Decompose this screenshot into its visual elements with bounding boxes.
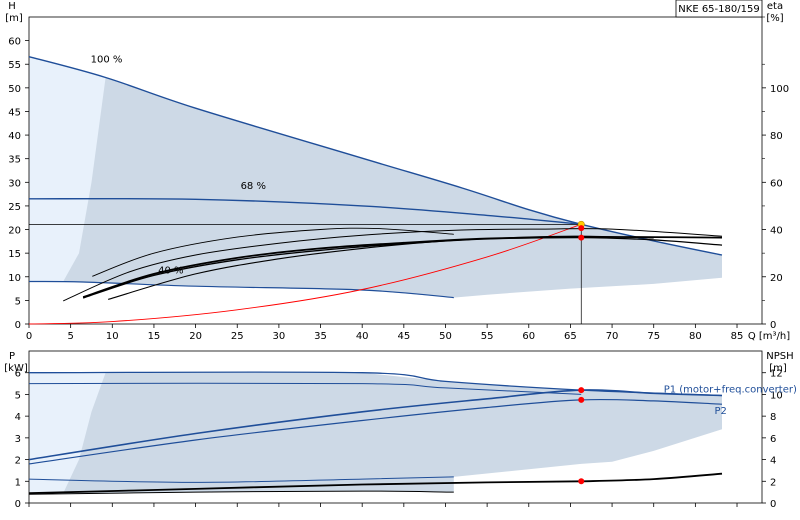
npsh-tick-label: 8 <box>770 412 776 423</box>
power-envelope <box>29 372 722 483</box>
npsh-duty-point <box>578 478 585 485</box>
p-axis-unit: [kW] <box>4 363 28 374</box>
y-right-tick-label: 40 <box>770 226 783 237</box>
x-tick-label: 70 <box>606 331 619 342</box>
npsh-tick-label: 4 <box>770 456 776 467</box>
x-tick-label: 35 <box>314 331 327 342</box>
y-tick-label: 40 <box>8 131 21 142</box>
y-right-tick-label: 100 <box>770 84 789 95</box>
x-tick-label: 5 <box>67 331 73 342</box>
speed-label-40: 40 % <box>158 265 183 276</box>
operating-envelope <box>29 56 722 298</box>
y-tick-label: 45 <box>8 107 21 118</box>
p-tick-label: 0 <box>15 499 21 510</box>
p2-duty-point <box>578 396 585 403</box>
p-tick-label: 1 <box>15 477 21 488</box>
p-tick-label: 2 <box>15 456 21 467</box>
y-tick-label: 10 <box>8 273 21 284</box>
p1-duty-point <box>578 387 585 394</box>
head-efficiency-panel: 0 5 10 15 20 25 30 35 40 45 50 55 60 65 70 75 80 85 Q [m³/… <box>5 1 790 342</box>
y-axis-unit: [m] <box>5 13 23 24</box>
power-npsh-panel: 0123456P[kW]024681012NPSH[m]P1 (motor+fr… <box>4 350 797 510</box>
y-right-tick-label: 0 <box>770 320 776 331</box>
x-tick-label: 60 <box>522 331 535 342</box>
y-tick-label: 60 <box>8 37 21 48</box>
x-tick-label: 55 <box>481 331 494 342</box>
y-right-tick-label: 60 <box>770 178 783 189</box>
x-tick-label: 20 <box>189 331 202 342</box>
x-tick-label: 40 <box>356 331 369 342</box>
x-tick-label: 65 <box>564 331 577 342</box>
y-tick-label: 35 <box>8 155 21 166</box>
y-tick-label: 20 <box>8 226 21 237</box>
x-tick-label: 30 <box>273 331 286 342</box>
p-tick-label: 4 <box>15 412 21 423</box>
x-tick-label: 0 <box>26 331 32 342</box>
y-right-tick-label: 80 <box>770 131 783 142</box>
title-box: NKE 65-180/159 <box>675 0 763 18</box>
y-right-axis-unit: [%] <box>766 13 783 24</box>
p-tick-label: 5 <box>15 390 21 401</box>
x-axis-label: Q [m³/h] <box>748 331 790 342</box>
y-right-axis-label: eta <box>767 1 783 12</box>
npsh-tick-label: 6 <box>770 434 776 445</box>
y-right-tick-label: 20 <box>770 273 783 284</box>
efficiency-point-marker <box>578 234 585 241</box>
duty-point-marker <box>578 225 585 232</box>
y-tick-label: 55 <box>8 60 21 71</box>
x-tick-label: 15 <box>148 331 161 342</box>
y-tick-label: 25 <box>8 202 21 213</box>
p2-series-label: P2 <box>715 406 727 417</box>
x-tick-label: 75 <box>647 331 660 342</box>
npsh-tick-label: 2 <box>770 477 776 488</box>
x-tick-label: 85 <box>731 331 744 342</box>
y-tick-label: 30 <box>8 178 21 189</box>
x-tick-label: 10 <box>106 331 119 342</box>
npsh-axis-unit: [m] <box>769 363 787 374</box>
y-tick-label: 50 <box>8 84 21 95</box>
pump-performance-chart: 0 5 10 15 20 25 30 35 40 45 50 55 60 65 70 75 80 85 Q [m³/… <box>4 0 797 510</box>
y-tick-label: 15 <box>8 249 21 260</box>
x-tick-label: 25 <box>231 331 244 342</box>
chart-title: NKE 65-180/159 <box>678 4 759 15</box>
x-tick-label: 80 <box>689 331 702 342</box>
npsh-axis-label: NPSH <box>766 351 793 362</box>
y-axis-label: H <box>8 1 16 12</box>
p-axis-label: P <box>9 351 15 362</box>
y-tick-label: 0 <box>15 320 21 331</box>
y-tick-label: 5 <box>15 296 21 307</box>
x-tick-label: 45 <box>397 331 410 342</box>
p1-series-label: P1 (motor+freq.converter) <box>664 385 797 396</box>
x-tick-label: 50 <box>439 331 452 342</box>
p-tick-label: 3 <box>15 434 21 445</box>
npsh-tick-label: 0 <box>770 499 776 510</box>
speed-label-100: 100 % <box>91 54 123 65</box>
speed-label-68: 68 % <box>241 181 266 192</box>
